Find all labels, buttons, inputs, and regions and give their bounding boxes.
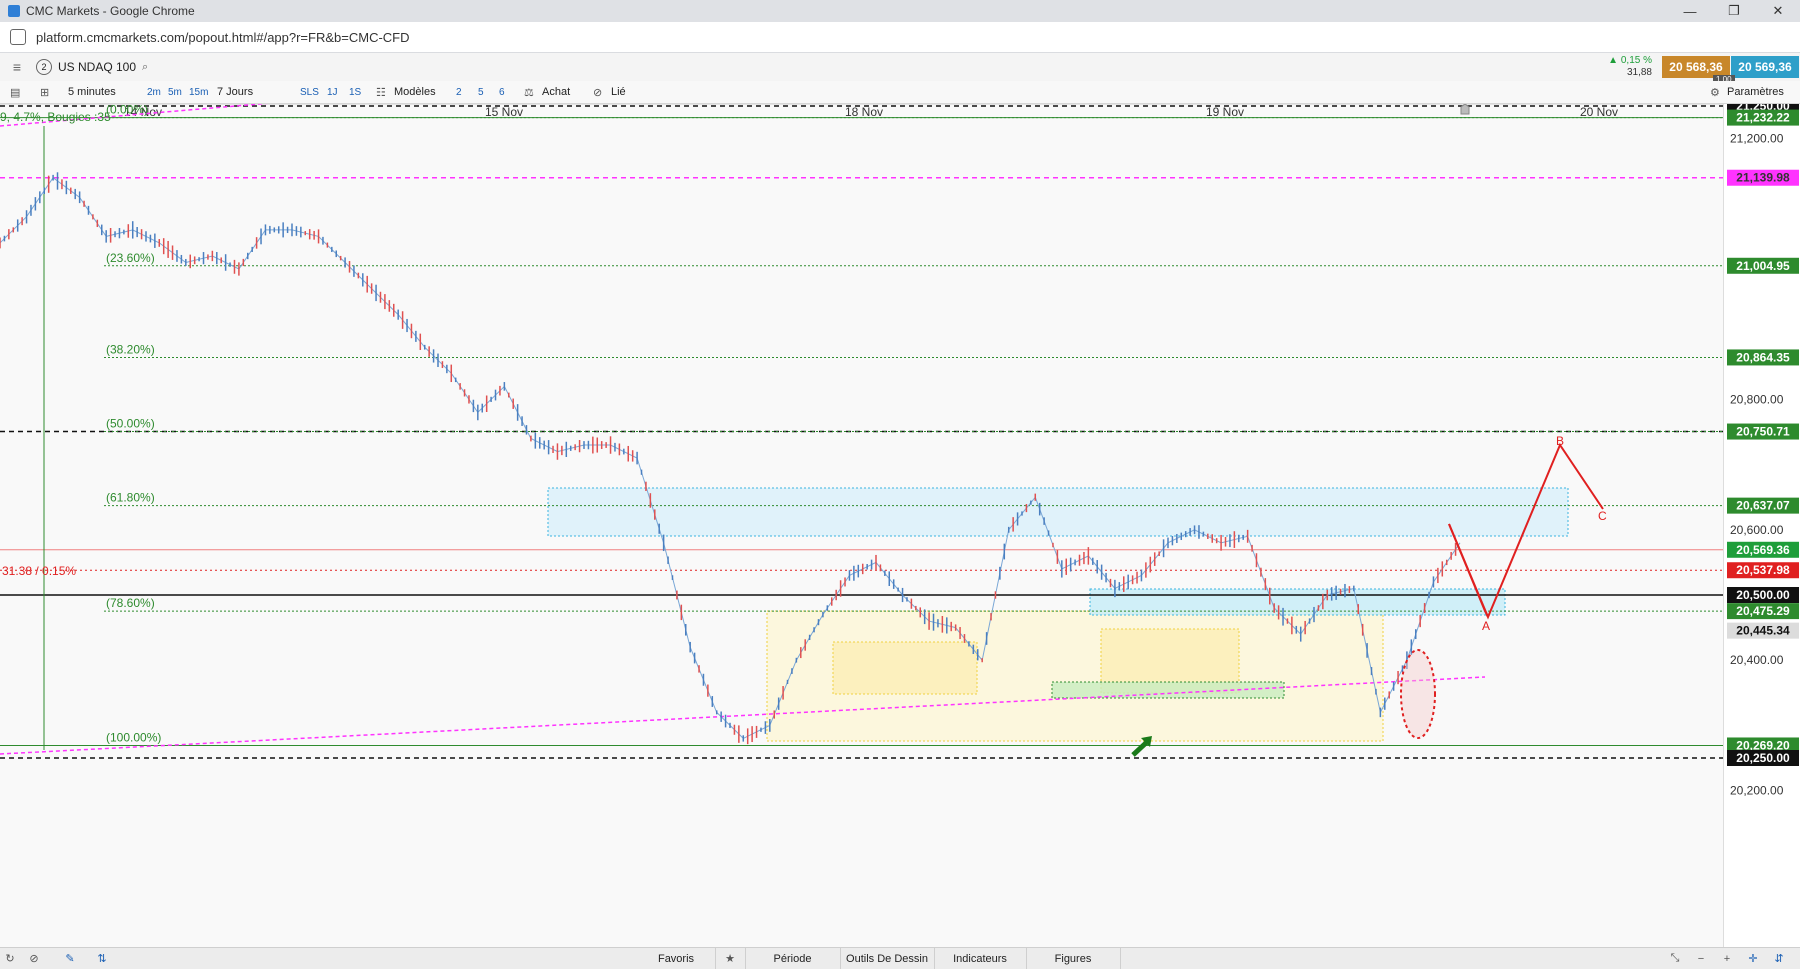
layout-icon[interactable]: ⊞	[40, 81, 49, 103]
date-label-19-nov: 19 Nov	[1206, 105, 1244, 119]
price-tick-label: 20,400.00	[1730, 653, 1784, 667]
zoom-out-icon[interactable]: −	[1690, 948, 1712, 969]
date-label-15-nov: 15 Nov	[485, 105, 523, 119]
close-button[interactable]: ✕	[1756, 0, 1800, 22]
price-label: 20,537.98	[1736, 563, 1790, 577]
price-label: 20,500.00	[1736, 588, 1790, 602]
search-icon[interactable]: ⌕	[142, 53, 148, 81]
buy-icon[interactable]: ⚖	[524, 81, 534, 103]
measure-tool-icon[interactable]: ⤡	[1664, 948, 1686, 969]
price-label: 20,637.07	[1736, 499, 1790, 513]
tab-figures[interactable]: Figures	[1026, 948, 1121, 969]
tab-favoris[interactable]: Favoris	[637, 948, 716, 969]
fib-label-5: (78.60%)	[106, 596, 155, 610]
tab-indicateurs[interactable]: Indicateurs	[934, 948, 1027, 969]
up-arrow-icon: ▲	[1608, 55, 1619, 66]
price-label: 20,864.35	[1736, 350, 1790, 364]
minimize-button[interactable]: —	[1668, 0, 1712, 22]
refresh-icon[interactable]: ↻	[0, 948, 20, 969]
instrument-toolbar: ≡ 2 US NDAQ 100 ⌕ ▲ 0,15 % 31,88 20 568,…	[0, 53, 1800, 84]
consolidation-zone-left[interactable]	[832, 641, 978, 695]
price-tick-label: 20,800.00	[1730, 392, 1784, 406]
window-title: CMC Markets - Google Chrome	[26, 4, 195, 18]
settings-button[interactable]: Paramètres	[1727, 81, 1784, 103]
site-info-icon[interactable]	[10, 29, 26, 45]
range-select[interactable]: 7 Jours	[217, 81, 253, 103]
templates-button[interactable]: Modèles	[394, 81, 436, 103]
price-label: 21,004.95	[1736, 259, 1790, 273]
pencil-icon[interactable]: ✎	[60, 948, 80, 969]
price-label: 20,475.29	[1736, 604, 1790, 618]
price-chart[interactable]: 14 Nov 15 Nov 18 Nov 19 Nov 20 Nov (0.00…	[0, 97, 1723, 947]
wave-label-a: A	[1482, 619, 1490, 633]
interval-15m-button[interactable]: 15m	[189, 81, 208, 103]
price-label: 21,139.98	[1736, 171, 1790, 185]
change-points: 31,88	[1626, 67, 1652, 78]
url-text[interactable]: platform.cmcmarkets.com/popout.html#/app…	[36, 30, 410, 45]
chart-type-icon[interactable]: ▤	[10, 81, 20, 103]
settings-icon[interactable]: ⚙	[1710, 81, 1720, 103]
interval-5m-button[interactable]: 5m	[168, 81, 182, 103]
fib-label-6: (100.00%)	[106, 730, 161, 744]
support-zone-green[interactable]	[1051, 681, 1285, 699]
spike-highlight-ellipse[interactable]	[1400, 649, 1436, 739]
fib-label-3: (50.00%)	[106, 417, 155, 431]
instrument-name[interactable]: US NDAQ 100	[58, 53, 136, 81]
change-percent: 0,15 %	[1620, 55, 1652, 66]
measure-label: 9, 4.7%, Bougies :35	[0, 110, 111, 124]
buy-button[interactable]: Achat	[542, 81, 570, 103]
wave-label-b: B	[1556, 434, 1564, 448]
range-1s-button[interactable]: 1S	[349, 81, 361, 103]
window-titlebar: CMC Markets - Google Chrome — ❐ ✕	[0, 0, 1800, 22]
price-axis-labels: 21,200.00 20,800.00 20,600.00 20,400.00 20,2…	[1727, 98, 1799, 798]
linked-button[interactable]: Lié	[611, 81, 626, 103]
templates-icon[interactable]: ☷	[376, 81, 386, 103]
price-label: 20,750.71	[1736, 425, 1790, 439]
range-sls-button[interactable]: SLS	[300, 81, 319, 103]
interval-2m-button[interactable]: 2m	[147, 81, 161, 103]
price-label: 20,250.00	[1736, 751, 1790, 765]
menu-icon[interactable]: ≡	[8, 53, 26, 81]
wave-label-c: C	[1598, 509, 1607, 523]
layout-5-button[interactable]: 5	[478, 81, 484, 103]
date-label-20-nov: 20 Nov	[1580, 105, 1618, 119]
price-change: ▲ 0,15 % 31,88	[1602, 53, 1652, 81]
price-tick-label: 21,200.00	[1730, 132, 1784, 146]
layout-2-button[interactable]: 2	[456, 81, 462, 103]
price-label: 20,445.34	[1736, 624, 1790, 638]
no-entry-icon[interactable]: ⊘	[24, 948, 44, 969]
crosshair-icon[interactable]: ✛	[1742, 948, 1764, 969]
instrument-badge: 2	[36, 53, 52, 81]
tab-outils-de-dessin[interactable]: Outils De Dessin	[840, 948, 935, 969]
star-icon[interactable]: ★	[715, 948, 746, 969]
fit-icon[interactable]: ⇵	[1768, 948, 1790, 969]
fib-label-1: (23.60%)	[106, 251, 155, 265]
chart-toolbar: ▤ ⊞ 5 minutes 2m 5m 15m 7 Jours SLS 1J 1…	[0, 81, 1800, 104]
price-label: 21,232.22	[1736, 111, 1790, 125]
buy-price-button[interactable]: 20 569,36	[1731, 56, 1799, 78]
price-tick-label: 20,200.00	[1730, 784, 1784, 798]
price-tick-label: 20,600.00	[1730, 523, 1784, 537]
interval-select[interactable]: 5 minutes	[68, 81, 116, 103]
linked-number-badge: 2	[36, 59, 52, 75]
link-icon[interactable]: ⊘	[593, 81, 602, 103]
price-change-label: 31.38 / 0.15%	[2, 564, 76, 578]
fib-label-2: (38.20%)	[106, 342, 155, 356]
bottom-toolbar: ↻ ⊘ ✎ ⇅ Favoris ★ Période Outils De Dess…	[0, 947, 1800, 969]
price-label: 20,569.36	[1736, 543, 1790, 557]
date-label-18-nov: 18 Nov	[845, 105, 883, 119]
tab-periode[interactable]: Période	[745, 948, 841, 969]
layout-6-button[interactable]: 6	[499, 81, 505, 103]
address-bar[interactable]: platform.cmcmarkets.com/popout.html#/app…	[0, 22, 1800, 53]
alert-marker-icon[interactable]	[1460, 103, 1470, 115]
zoom-in-icon[interactable]: +	[1716, 948, 1738, 969]
app-icon	[8, 5, 20, 17]
fib-label-4: (61.80%)	[106, 491, 155, 505]
drag-icon[interactable]: ⇅	[92, 948, 112, 969]
range-1j-button[interactable]: 1J	[327, 81, 338, 103]
price-axis[interactable]: 21,200.00 20,800.00 20,600.00 20,400.00 20,2…	[1723, 98, 1800, 947]
maximize-button[interactable]: ❐	[1712, 0, 1756, 22]
resistance-zone-upper[interactable]	[547, 487, 1569, 537]
chart-canvas[interactable]: 14 Nov 15 Nov 18 Nov 19 Nov 20 Nov (0.00…	[0, 97, 1800, 947]
